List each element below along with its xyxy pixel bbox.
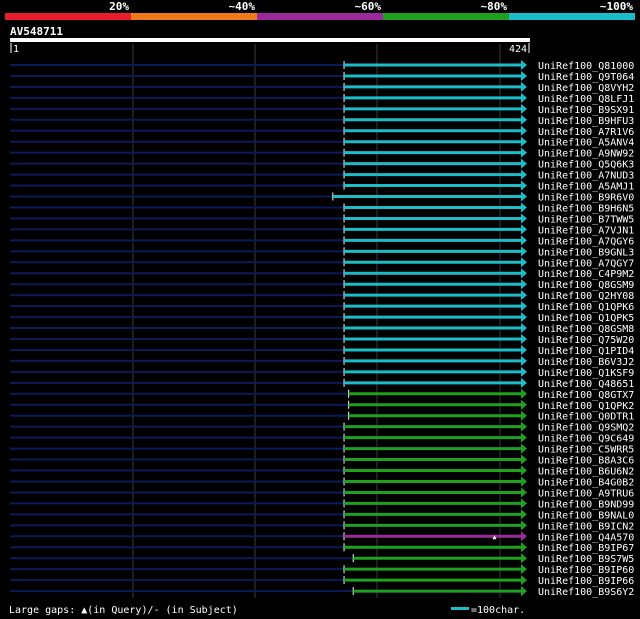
hit-name-link[interactable]: UniRef100_Q1QPK6 [538,302,634,313]
hit-name-link[interactable]: UniRef100_Q8LFJ1 [538,94,634,105]
hit-name-link[interactable]: UniRef100_Q4A570 [538,532,634,543]
hit-name-link[interactable]: UniRef100_Q81000 [538,61,634,72]
hit-name-link[interactable]: UniRef100_B9GNL3 [538,247,634,258]
hit-name-link[interactable]: UniRef100_B9S7W5 [538,554,634,565]
hit-name-link[interactable]: UniRef100_C5WRR5 [538,445,634,456]
legend-segment [5,13,131,20]
hit-name-link[interactable]: UniRef100_B9S6Y2 [538,587,634,598]
hit-name-link[interactable]: UniRef100_A9TRU6 [538,488,634,499]
query-bar [10,38,530,42]
gaps-legend: Large gaps: ▲(in Query)/- (in Subject) [9,605,238,616]
hit-name-link[interactable]: UniRef100_Q8GSM8 [538,324,634,335]
hit-name-link[interactable]: UniRef100_B9IP67 [538,543,634,554]
hit-name-link[interactable]: UniRef100_Q2HY08 [538,291,634,302]
legend-segment [257,13,383,20]
hit-name-link[interactable]: UniRef100_Q8GTX7 [538,390,634,401]
hit-name-link[interactable]: UniRef100_Q75W20 [538,335,634,346]
hit-name-link[interactable]: UniRef100_A7QGY7 [538,258,634,269]
hit-name-link[interactable]: UniRef100_A5ANV4 [538,138,634,149]
hit-name-link[interactable]: UniRef100_B6U6N2 [538,467,634,478]
hit-name-link[interactable]: UniRef100_A7NUD3 [538,171,634,182]
hit-name-link[interactable]: UniRef100_B9ND99 [538,499,634,510]
hit-name-link[interactable]: UniRef100_Q1QPK5 [538,313,634,324]
hit-name-link[interactable]: UniRef100_Q48651 [538,379,634,390]
query-start: 1 [13,44,19,55]
legend-label: ~40% [229,0,256,13]
hit-name-link[interactable]: UniRef100_C4P9M2 [538,269,634,280]
query-id: AV548711 [10,25,63,38]
identity-legend [5,13,635,20]
hit-name-link[interactable]: UniRef100_Q9SMQ2 [538,423,634,434]
scale-bar [451,607,469,610]
scale-text: =100char. [471,605,525,616]
hit-name-link[interactable]: UniRef100_B9R6V0 [538,193,634,204]
hit-name-link[interactable]: UniRef100_B9NAL0 [538,510,634,521]
alignment-overview: 20% ~40% ~60% ~80% ~100% AV548711 1 424 UniR… [0,0,640,619]
hit-name-link[interactable]: UniRef100_B9IP60 [538,565,634,576]
hit-name-link[interactable]: UniRef100_B4G0B2 [538,477,634,488]
legend-label: ~80% [481,0,508,13]
hit-name-link[interactable]: UniRef100_A7R1V6 [538,127,634,138]
hit-name-link[interactable]: UniRef100_Q8GSM9 [538,280,634,291]
hit-name-link[interactable]: UniRef100_A5AMJ1 [538,182,634,193]
hit-name-link[interactable]: UniRef100_A7QGY6 [538,236,634,247]
hit-name-link[interactable]: UniRef100_A7VJN1 [538,225,634,236]
hit-name-link[interactable]: UniRef100_B9SX91 [538,105,634,116]
hit-name-link[interactable]: UniRef100_B9IP66 [538,576,634,587]
legend-label: ~60% [355,0,382,13]
legend-label: ~100% [600,0,633,13]
hit-name-link[interactable]: UniRef100_Q9C649 [538,434,634,445]
hit-name-link[interactable]: UniRef100_Q9T064 [538,72,634,83]
hit-name-link[interactable]: UniRef100_B9H6N5 [538,203,634,214]
query-end: 424 [509,44,527,55]
legend-segment [383,13,509,20]
hit-name-link[interactable]: UniRef100_Q1KSF9 [538,368,634,379]
hit-name-link[interactable]: UniRef100_Q0DTR1 [538,412,634,423]
hit-name-link[interactable]: UniRef100_B8A3C6 [538,456,634,467]
legend-segment [131,13,257,20]
hit-name-link[interactable]: UniRef100_Q1PID4 [538,346,634,357]
hit-name-link[interactable]: UniRef100_B9ICN2 [538,521,634,532]
hit-name-link[interactable]: UniRef100_A9NW92 [538,149,634,160]
legend-segment [509,13,635,20]
hit-name-link[interactable]: UniRef100_Q8VYH2 [538,83,634,94]
hit-name-link[interactable]: UniRef100_Q5Q6K3 [538,160,634,171]
hit-name-link[interactable]: UniRef100_Q1QPK2 [538,401,634,412]
legend-label: 20% [109,0,129,13]
hit-name-link[interactable]: UniRef100_B6V3J2 [538,357,634,368]
hit-name-link[interactable]: UniRef100_B9HFU3 [538,116,634,127]
hit-name-link[interactable]: UniRef100_B7TWW5 [538,214,634,225]
